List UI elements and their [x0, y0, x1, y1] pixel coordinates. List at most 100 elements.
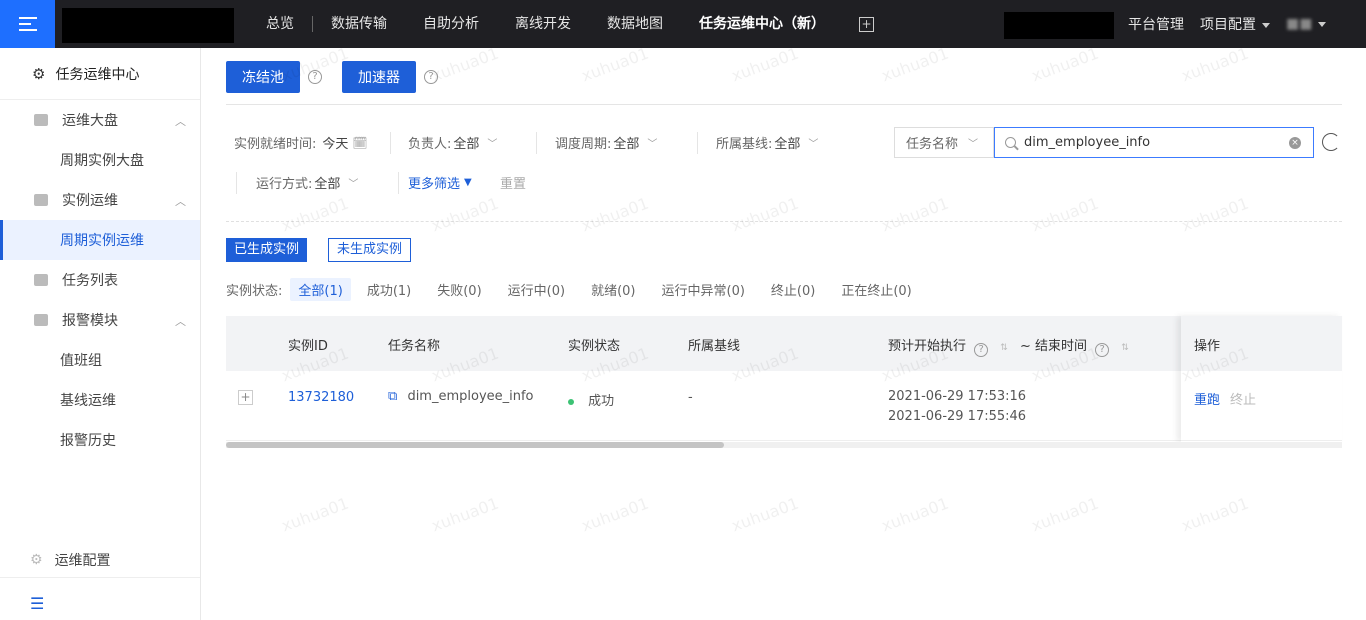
task-name-cell[interactable]: ⧉ dim_employee_info — [388, 389, 534, 404]
horizontal-scrollbar[interactable] — [226, 442, 1342, 448]
start-time-cell: 2021-06-29 17:53:16 — [888, 389, 1027, 404]
collapse-sidebar-icon[interactable]: ☰ — [30, 594, 44, 613]
reset-button[interactable]: 重置 — [500, 173, 526, 192]
sidebar-group-instance-ops[interactable]: 实例运维 ︿ — [0, 180, 200, 220]
sidebar-group-ops-dashboard[interactable]: 运维大盘 ︿ — [0, 100, 200, 140]
filter-divider — [390, 132, 391, 154]
sidebar-group-alarm[interactable]: 报警模块 ︿ — [0, 300, 200, 340]
tab-generated-instances[interactable]: 已生成实例 — [226, 238, 308, 262]
ready-time-label: 实例就绪时间: — [234, 137, 317, 152]
status-ready[interactable]: 就绪(0) — [591, 280, 635, 299]
sidebar-item-duty-group[interactable]: 值班组 — [0, 340, 200, 380]
filter-divider — [398, 172, 399, 194]
more-filters-label: 更多筛选 — [408, 177, 461, 192]
more-filters-link[interactable]: 更多筛选 ▼ — [408, 173, 472, 192]
freeze-pool-button[interactable]: 冻结池 — [226, 61, 300, 93]
instance-table: 实例ID 任务名称 实例状态 所属基线 预计开始执行 ? ⇅ ~ 结束时间 ? … — [226, 316, 1342, 444]
ready-time-filter[interactable]: 实例就绪时间: 今天 🗓 — [234, 133, 368, 153]
col-baseline: 所属基线 — [688, 339, 741, 354]
status-running[interactable]: 运行中(0) — [508, 280, 565, 299]
clear-icon[interactable]: × — [1289, 137, 1301, 149]
filter-divider — [697, 132, 698, 154]
instance-status-filter: 实例状态: 全部(1) 成功(1) 失败(0) 运行中(0) 就绪(0) 运行中… — [226, 277, 938, 301]
menu-icon — [18, 17, 37, 31]
watermark-text: xuhua01 — [428, 43, 502, 86]
logo-redacted — [62, 8, 234, 43]
gear-icon: ⚙ — [32, 64, 46, 83]
sidebar-ops-config[interactable]: ⚙ 运维配置 — [0, 542, 200, 578]
search-field-select[interactable]: 任务名称 ﹀ — [894, 127, 994, 158]
watermark-text: xuhua01 — [1178, 43, 1252, 86]
expand-row-icon[interactable]: + — [238, 390, 253, 405]
sidebar-item-baseline-ops[interactable]: 基线运维 — [0, 380, 200, 420]
watermark-text: xuhua01 — [578, 493, 652, 536]
owner-filter[interactable]: 负责人: 全部 ﹀ — [408, 133, 497, 152]
add-tab-icon[interactable]: + — [859, 16, 874, 32]
watermark-text: xuhua01 — [428, 493, 502, 536]
sidebar-group-label: 任务列表 — [62, 273, 118, 289]
status-failed[interactable]: 失败(0) — [437, 280, 481, 299]
baseline-filter[interactable]: 所属基线: 全部 ﹀ — [716, 133, 818, 152]
status-success[interactable]: 成功(1) — [367, 280, 411, 299]
search-input[interactable]: dim_employee_info × — [994, 127, 1314, 158]
nav-overview[interactable]: 总览 — [248, 0, 312, 48]
status-all[interactable]: 全部(1) — [290, 277, 351, 301]
cycle-filter[interactable]: 调度周期: 全部 ﹀ — [555, 133, 657, 152]
task-name-text: dim_employee_info — [407, 389, 534, 404]
watermark-text: xuhua01 — [278, 193, 352, 236]
col-task-name: 任务名称 — [388, 339, 441, 354]
sidebar-item-alarm-history[interactable]: 报警历史 — [0, 420, 200, 460]
help-icon[interactable]: ? — [308, 70, 322, 84]
watermark-text: xuhua01 — [878, 493, 952, 536]
refresh-icon[interactable] — [1322, 133, 1340, 151]
run-mode-filter[interactable]: 运行方式: 全部 ﹀ — [256, 173, 358, 192]
help-icon: ? — [1095, 343, 1110, 357]
sort-icon[interactable]: ⇅ — [1121, 343, 1129, 353]
scrollbar-thumb[interactable] — [226, 442, 724, 448]
tab-not-generated-instances[interactable]: 未生成实例 — [328, 238, 412, 262]
accelerator-button[interactable]: 加速器 — [342, 61, 416, 93]
chevron-down-icon: ﹀ — [808, 139, 819, 150]
sidebar-group-task-list[interactable]: 任务列表 — [0, 260, 200, 300]
caret-down-icon — [1262, 22, 1270, 28]
instance-status-label: 实例状态: — [226, 283, 283, 299]
status-stopped[interactable]: 终止(0) — [771, 280, 815, 299]
sidebar-group-label: 实例运维 — [62, 193, 118, 209]
menu-toggle-button[interactable] — [0, 0, 55, 48]
nav-offline-dev[interactable]: 离线开发 — [497, 0, 589, 48]
project-config-label: 项目配置 — [1200, 17, 1256, 33]
watermark-text: xuhua01 — [728, 493, 802, 536]
watermark-text: xuhua01 — [878, 193, 952, 236]
nav-data-transfer[interactable]: 数据传输 — [313, 0, 405, 48]
watermark-text: xuhua01 — [1028, 493, 1102, 536]
status-cell: 成功 — [568, 390, 614, 409]
user-name-blurred: ■■ — [1286, 16, 1313, 32]
status-running-error[interactable]: 运行中异常(0) — [662, 280, 745, 299]
nav-task-ops-center[interactable]: 任务运维中心（新） — [681, 0, 843, 48]
divider — [226, 221, 1342, 222]
calendar-icon: 🗓 — [352, 135, 368, 150]
instance-id-link[interactable]: 13732180 — [288, 390, 354, 405]
user-info-redacted — [1004, 12, 1114, 39]
sidebar-item-cycle-instance-ops[interactable]: 周期实例运维 — [0, 220, 200, 260]
sidebar: ⚙ 任务运维中心 运维大盘 ︿ 周期实例大盘 实例运维 ︿ 周期实例运维 任务列… — [0, 48, 201, 620]
col-instance-status: 实例状态 — [568, 339, 621, 354]
help-icon[interactable]: ? — [424, 70, 438, 84]
help-icon: ? — [974, 343, 989, 357]
status-stopping[interactable]: 正在终止(0) — [841, 280, 911, 299]
platform-management-link[interactable]: 平台管理 — [1128, 14, 1184, 34]
filter-divider — [236, 172, 237, 194]
sidebar-item-cycle-instance-dashboard[interactable]: 周期实例大盘 — [0, 140, 200, 180]
success-dot-icon — [568, 398, 574, 405]
watermark-text: xuhua01 — [428, 193, 502, 236]
col-start-time[interactable]: 预计开始执行 ? ⇅ ~ 结束时间 ? ⇅ — [888, 335, 1129, 357]
nav-data-map[interactable]: 数据地图 — [589, 0, 681, 48]
nav-self-analysis[interactable]: 自助分析 — [405, 0, 497, 48]
watermark-text: xuhua01 — [1028, 193, 1102, 236]
sidebar-group-label: 运维大盘 — [62, 113, 118, 129]
user-menu-dropdown[interactable]: ■■ — [1286, 16, 1327, 32]
sidebar-group-label: 报警模块 — [62, 313, 118, 329]
main-nav: 总览 数据传输 自助分析 离线开发 数据地图 任务运维中心（新） + — [248, 0, 874, 48]
sort-icon[interactable]: ⇅ — [1000, 343, 1008, 353]
project-config-dropdown[interactable]: 项目配置 — [1200, 14, 1270, 34]
